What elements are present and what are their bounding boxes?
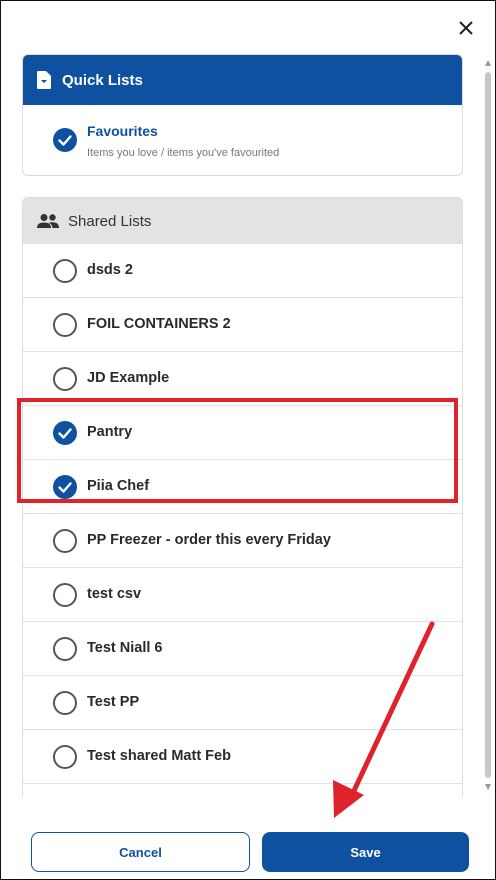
checkbox-unchecked[interactable] <box>53 637 77 661</box>
checkmark-icon <box>58 135 72 146</box>
list-item-label: Test shared Matt Feb <box>87 748 231 764</box>
list-item[interactable]: Test Niall 6 <box>23 622 462 676</box>
checkmark-icon <box>58 428 72 439</box>
checkbox-unchecked[interactable] <box>53 691 77 715</box>
list-item[interactable]: FOIL CONTAINERS 2 <box>23 298 462 352</box>
shared-lists-header: Shared Lists <box>23 198 462 244</box>
list-item[interactable]: Test Shared M <box>23 784 462 797</box>
list-item-favourites[interactable]: Favourites Items you love / items you've… <box>23 105 462 175</box>
save-button[interactable]: Save <box>262 832 469 872</box>
favourites-description: Items you love / items you've favourited <box>87 147 280 159</box>
scroll-down-arrow[interactable] <box>485 784 491 790</box>
list-item-label: PP Freezer - order this every Friday <box>87 532 331 548</box>
list-item-label: test csv <box>87 586 142 602</box>
scroll-up-arrow[interactable] <box>485 60 491 66</box>
close-button[interactable] <box>452 14 480 42</box>
list-item[interactable]: Test PP <box>23 676 462 730</box>
list-item[interactable]: JD Example <box>23 352 462 406</box>
close-icon <box>459 21 473 35</box>
quick-lists-section: Quick Lists Favourites Items you love / … <box>22 54 463 176</box>
list-item[interactable]: dsds 2 <box>23 244 462 298</box>
checkmark-icon <box>58 482 72 493</box>
scrollbar-thumb[interactable] <box>485 72 491 778</box>
list-item-label: JD Example <box>87 370 170 386</box>
people-icon <box>37 214 59 228</box>
list-item[interactable]: test csv <box>23 568 462 622</box>
list-item-label: Piia Chef <box>87 478 150 494</box>
checkbox-checked[interactable] <box>53 475 77 499</box>
list-item-label: FOIL CONTAINERS 2 <box>87 316 231 332</box>
list-item-label: Test Niall 6 <box>87 640 163 656</box>
quick-lists-title: Quick Lists <box>62 71 143 89</box>
list-item-label: Pantry <box>87 424 133 440</box>
list-item-label: Test PP <box>87 694 140 710</box>
checkbox-favourites[interactable] <box>53 128 77 152</box>
checkbox-checked[interactable] <box>53 421 77 445</box>
document-icon <box>37 71 51 89</box>
cancel-button[interactable]: Cancel <box>31 832 250 872</box>
checkbox-unchecked[interactable] <box>53 745 77 769</box>
list-item[interactable]: PP Freezer - order this every Friday <box>23 514 462 568</box>
checkbox-unchecked[interactable] <box>53 529 77 553</box>
shared-lists-title: Shared Lists <box>68 212 152 230</box>
checkbox-unchecked[interactable] <box>53 583 77 607</box>
favourites-label: Favourites <box>87 123 158 139</box>
checkbox-unchecked[interactable] <box>53 313 77 337</box>
shared-lists-section: Shared Lists dsds 2 FOIL CONTAINERS 2 JD E… <box>22 197 463 797</box>
checkbox-unchecked[interactable] <box>53 259 77 283</box>
scrollbar[interactable] <box>484 60 492 790</box>
list-item[interactable]: Pantry <box>23 406 462 460</box>
shared-lists-list: dsds 2 FOIL CONTAINERS 2 JD Example Pantry P… <box>23 244 462 797</box>
list-item-label: dsds 2 <box>87 262 133 278</box>
list-item[interactable]: Piia Chef <box>23 460 462 514</box>
quick-lists-header: Quick Lists <box>23 55 462 105</box>
list-item[interactable]: Test shared Matt Feb <box>23 730 462 784</box>
checkbox-unchecked[interactable] <box>53 367 77 391</box>
